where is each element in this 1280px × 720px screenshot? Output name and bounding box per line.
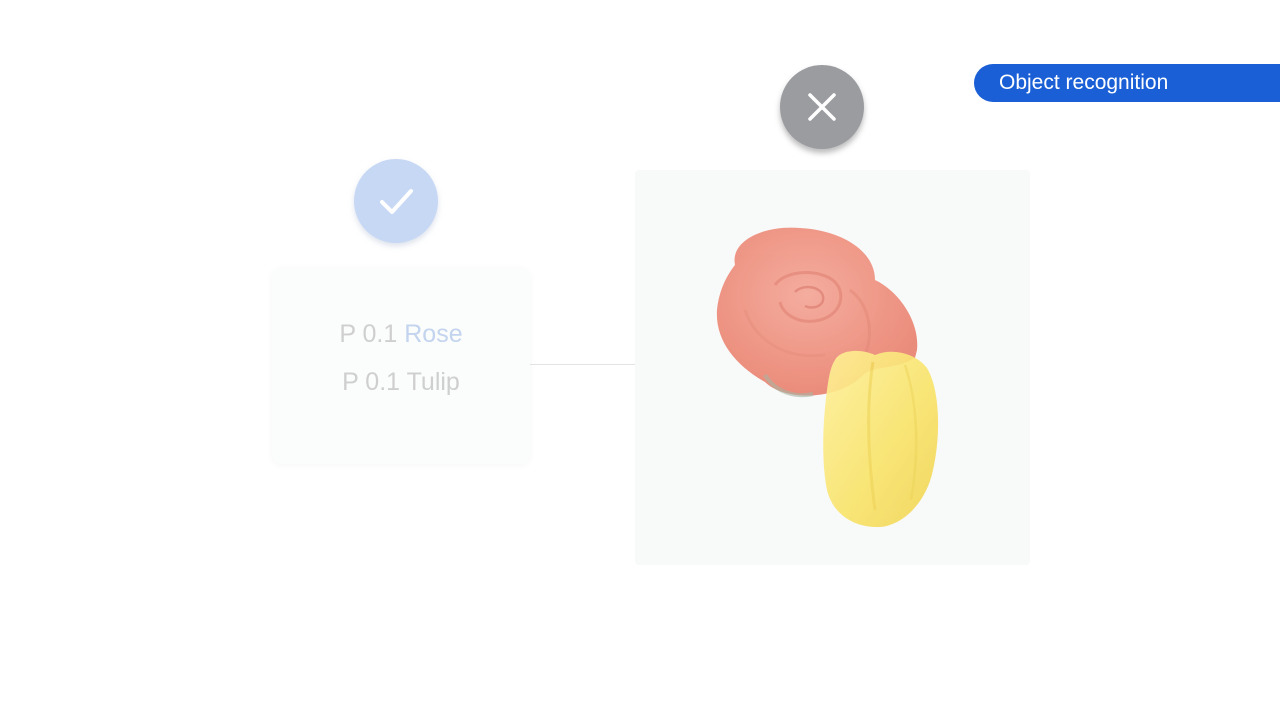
prediction-card: P 0.1 Rose P 0.1 Tulip bbox=[272, 268, 530, 464]
connector-line bbox=[530, 364, 635, 365]
prediction-label: Rose bbox=[404, 320, 463, 348]
slide-canvas: Object recognition P 0.1 Rose P 0.1 Tuli… bbox=[0, 0, 1280, 720]
tulip-shape bbox=[823, 350, 939, 528]
topic-badge: Object recognition bbox=[974, 64, 1280, 102]
prediction-probability: P 0.1 bbox=[342, 368, 401, 396]
prediction-row-rose: P 0.1 Rose bbox=[272, 320, 530, 349]
prediction-row-tulip: P 0.1 Tulip bbox=[272, 368, 530, 397]
prediction-label: Tulip bbox=[406, 368, 460, 396]
incorrect-indicator bbox=[780, 65, 864, 149]
check-icon bbox=[380, 189, 413, 214]
correct-indicator bbox=[354, 159, 438, 243]
input-image-card bbox=[635, 170, 1030, 565]
flower-image bbox=[716, 227, 939, 528]
prediction-probability: P 0.1 bbox=[339, 320, 398, 348]
close-icon bbox=[808, 93, 836, 121]
